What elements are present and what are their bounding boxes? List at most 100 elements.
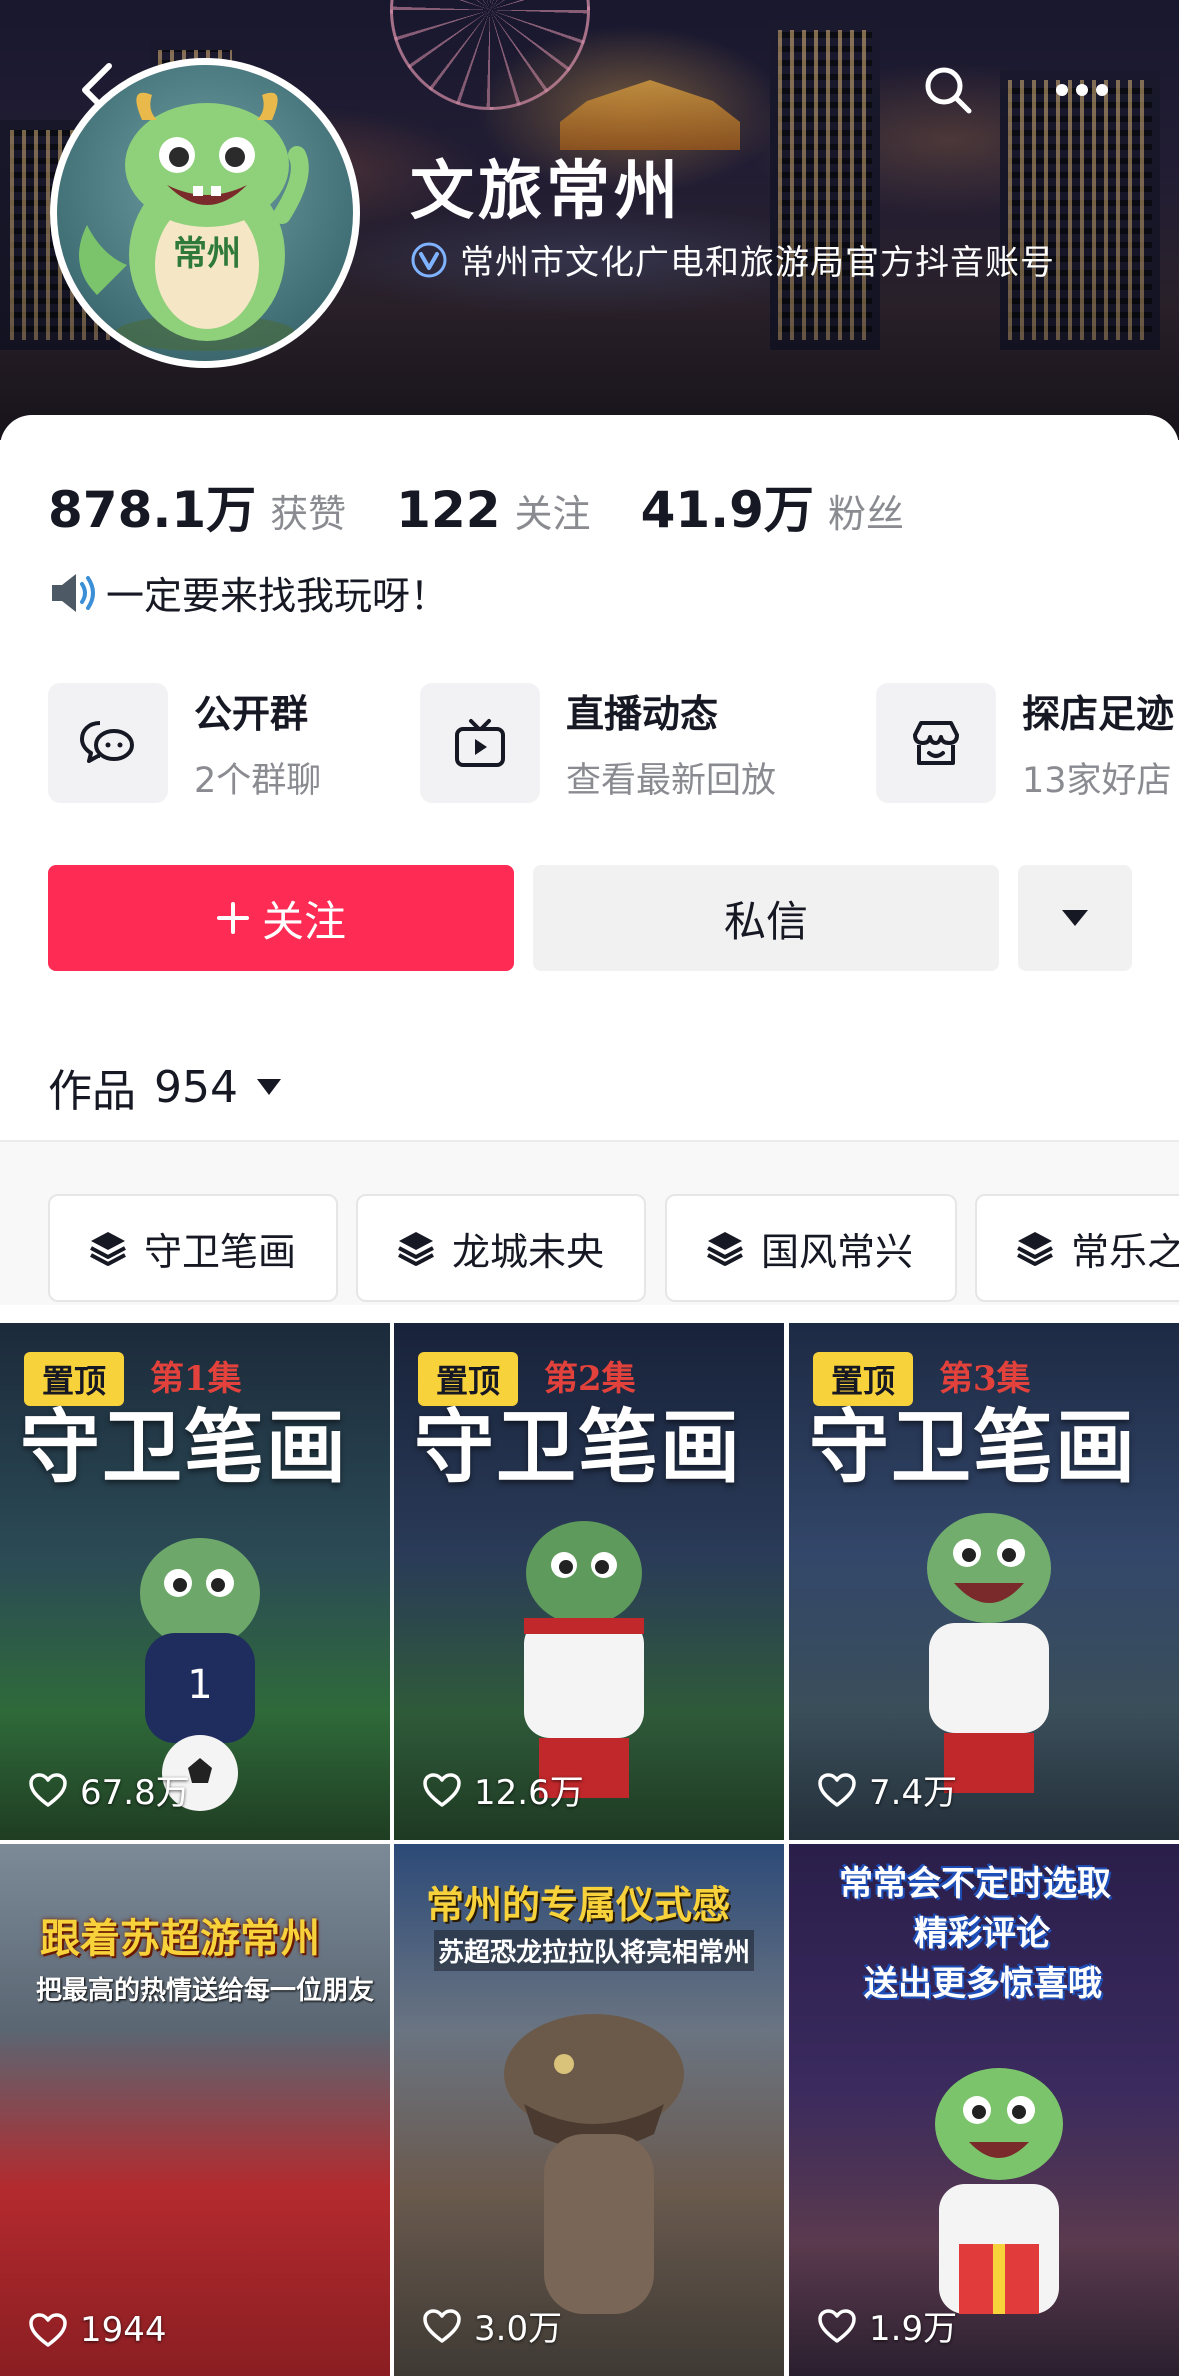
heart-outline-icon [818,2308,856,2343]
feature-subtitle: 13家好店 [1022,761,1172,801]
bio: 一定要来找我玩呀！ [48,565,448,620]
feature-title: 探店足迹 [1022,692,1175,736]
feature-icon-box [876,683,996,803]
feature-row: 公开群 2个群聊 直播动态 查看最新回放 探店足迹 13家好店 [48,683,1179,807]
video-title: 守卫笔画 [414,1400,742,1494]
feature-subtitle: 查看最新回放 [566,761,777,801]
video-tile[interactable]: 1 置顶 第1集 守卫笔画 67.8万 [0,1323,390,1840]
message-label: 私信 [723,896,808,946]
group-chat-icon [80,721,134,763]
video-title: 守卫笔画 [809,1400,1137,1494]
recommend-dropdown-button[interactable] [1018,865,1132,971]
heart-outline-icon [818,1772,856,1807]
verified-description: 常州市文化广电和旅游局官方抖音账号 [460,243,1055,283]
follow-button[interactable]: 关注 [48,865,514,971]
video-grid: 1 置顶 第1集 守卫笔画 67.8万 置顶 第2集 守卫笔画 12.6万 置顶… [0,1323,1179,2376]
heart-outline-icon [423,2308,461,2343]
collection-label: 龙城未央 [452,1229,605,1274]
account-name: 文旅常州 [410,155,682,229]
triangle-down-icon [1062,910,1088,926]
message-button[interactable]: 私信 [533,865,999,971]
video-caption: 跟着苏超游常州 [40,1916,320,1962]
collection-chip[interactable]: 龙城未央 [356,1194,646,1302]
stats-row: 878.1万 获赞 122 关注 41.9万 粉丝 [48,470,904,542]
stat-likes[interactable]: 878.1万 获赞 [48,470,346,542]
like-value: 12.6万 [474,1773,584,1813]
collection-chip[interactable]: 守卫笔画 [48,1194,338,1302]
speaker-icon [52,573,95,612]
avatar-label: 常州 [173,234,241,274]
search-icon [925,67,972,114]
video-subcaption: 把最高的热情送给每一位朋友 [36,1976,375,2006]
more-dots-icon [1056,84,1108,96]
stat-label: 关注 [514,492,591,536]
video-caption: 常州的专属仪式感 [426,1883,731,1927]
feature-live-updates[interactable]: 直播动态 查看最新回放 [420,683,776,803]
shop-icon [913,721,959,765]
feature-icon-box [420,683,540,803]
like-count: 3.0万 [422,2301,562,2350]
video-tile[interactable]: 常常会不定时选取 精彩评论 送出更多惊喜哦 1.9万 [789,1844,1179,2376]
video-title: 守卫笔画 [20,1400,348,1494]
works-count: 954 [154,1061,238,1113]
action-buttons: 关注 私信 [48,865,1179,975]
like-value: 3.0万 [474,2309,563,2349]
heart-outline-icon [423,1772,461,1807]
video-caption-line2: 精彩评论 [914,1914,1050,1954]
layers-icon [1017,1232,1053,1266]
video-tile[interactable]: 置顶 第3集 守卫笔画 7.4万 [789,1323,1179,1840]
feature-subtitle: 2个群聊 [194,761,322,801]
verification-row: 常州市文化广电和旅游局官方抖音账号 [410,235,1055,284]
stat-label: 粉丝 [827,492,904,536]
layers-icon [398,1232,434,1266]
video-caption: 常常会不定时选取 [839,1864,1111,1904]
caret-down-icon [256,1079,281,1095]
video-tile[interactable]: 常州的专属仪式感 苏超恐龙拉拉队将亮相常州 3.0万 [394,1844,784,2376]
like-value: 1944 [80,2310,167,2350]
like-count: 12.6万 [422,1765,584,1814]
feature-store-visits[interactable]: 探店足迹 13家好店 [876,683,1174,803]
search-button[interactable] [918,60,978,120]
feature-title: 公开群 [194,692,309,736]
more-options-button[interactable] [1052,60,1112,120]
heart-outline-icon [29,2313,67,2347]
follow-label: 关注 [261,896,346,946]
dragon-mascot-avatar: 常州 [79,92,309,351]
like-value: 7.4万 [869,1773,958,1813]
video-caption-line3: 送出更多惊喜哦 [864,1964,1102,2004]
works-tab[interactable]: 作品 954 [48,1055,282,1119]
stat-value: 878.1万 [48,481,257,539]
stat-following[interactable]: 122 关注 [396,481,590,539]
collection-label: 国风常兴 [761,1229,914,1274]
layers-icon [707,1232,743,1266]
like-value: 1.9万 [869,2309,958,2349]
like-count: 1.9万 [817,2301,957,2350]
stat-label: 获赞 [270,492,347,536]
svg-text:1: 1 [187,1662,212,1708]
layers-icon [90,1232,126,1266]
video-tile[interactable]: 置顶 第2集 守卫笔画 12.6万 [394,1323,784,1840]
feature-public-group[interactable]: 公开群 2个群聊 [48,683,321,803]
tv-icon [455,719,505,767]
stat-value: 41.9万 [640,481,814,539]
video-tile[interactable]: 跟着苏超游常州 把最高的热情送给每一位朋友 1944 [0,1844,390,2376]
video-subcaption: 苏超恐龙拉拉队将亮相常州 [434,1930,755,1971]
plus-icon [216,902,249,934]
collection-chip[interactable]: 国风常兴 [665,1194,957,1302]
collections-row: 守卫笔画 龙城未央 国风常兴 常乐之 [0,1142,1179,1305]
collection-label: 守卫笔画 [144,1229,297,1274]
stat-value: 122 [396,481,501,539]
bio-text: 一定要来找我玩呀！ [106,574,449,618]
works-label: 作品 [48,1066,136,1117]
collection-chip[interactable]: 常乐之 [975,1194,1179,1302]
heart-outline-icon [29,1772,67,1807]
stat-followers[interactable]: 41.9万 粉丝 [641,470,904,542]
feature-icon-box [48,683,168,803]
like-count: 67.8万 [28,1765,190,1814]
like-value: 67.8万 [80,1773,190,1813]
verified-badge-icon [411,242,447,277]
like-count: 1944 [28,2310,167,2350]
collection-label: 常乐之 [1071,1229,1179,1274]
avatar[interactable]: 常州 [50,58,360,368]
like-count: 7.4万 [817,1765,957,1814]
